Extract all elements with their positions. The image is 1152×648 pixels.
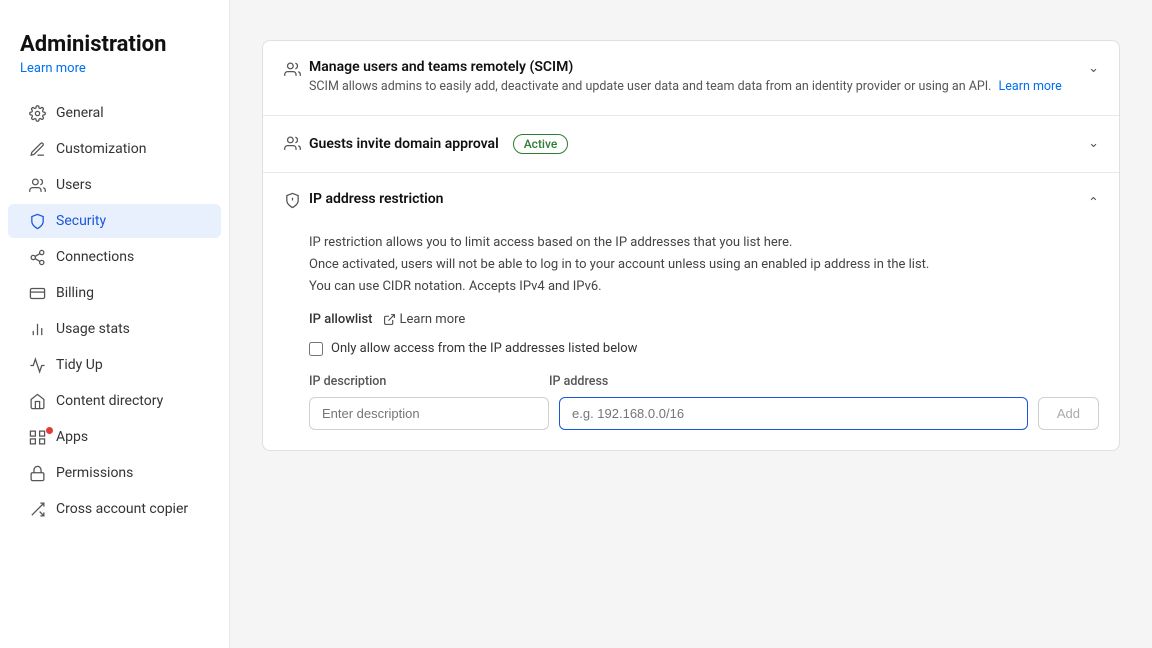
scim-icon: [283, 60, 301, 78]
scim-section-header[interactable]: Manage users and teams remotely (SCIM) S…: [263, 41, 1119, 115]
guests-section-header[interactable]: Guests invite domain approval Active ⌄: [263, 116, 1119, 172]
sidebar-item-users[interactable]: Users: [8, 168, 221, 202]
sidebar-item-usage-stats-label: Usage stats: [56, 321, 130, 337]
ip-header-left: IP address restriction: [283, 191, 444, 210]
ip-title: IP address restriction: [309, 191, 444, 207]
main-content: Manage users and teams remotely (SCIM) S…: [230, 0, 1152, 648]
ip-checkbox-row: Only allow access from the IP addresses …: [309, 341, 1099, 356]
sidebar-item-apps[interactable]: Apps: [8, 420, 221, 454]
ip-add-button[interactable]: Add: [1038, 397, 1099, 430]
external-link-icon: [383, 313, 396, 326]
sidebar-item-billing-label: Billing: [56, 285, 94, 301]
scim-subtitle: SCIM allows admins to easily add, deacti…: [309, 78, 1062, 97]
ip-checkbox-label: Only allow access from the IP addresses …: [331, 341, 637, 356]
ip-address-input[interactable]: [559, 397, 1028, 430]
scim-chevron-icon: ⌄: [1088, 61, 1099, 76]
connections-icon: [28, 248, 46, 266]
scim-title: Manage users and teams remotely (SCIM): [309, 59, 1062, 75]
sidebar-item-connections-label: Connections: [56, 249, 134, 265]
users-icon: [28, 176, 46, 194]
ip-learn-more-link[interactable]: Learn more: [383, 312, 466, 327]
sidebar-item-connections[interactable]: Connections: [8, 240, 221, 274]
ip-chevron-up-icon: ⌄: [1088, 193, 1099, 208]
apps-notification-badge: [46, 427, 53, 434]
tidy-up-icon: [28, 356, 46, 374]
scim-learn-more-link[interactable]: Learn more: [999, 79, 1062, 94]
sidebar-item-tidy-up[interactable]: Tidy Up: [8, 348, 221, 382]
sidebar-item-cross-account-copier[interactable]: Cross account copier: [8, 492, 221, 526]
sidebar-item-apps-label: Apps: [56, 429, 88, 445]
scim-header-left: Manage users and teams remotely (SCIM) S…: [283, 59, 1062, 97]
scim-section-row: Manage users and teams remotely (SCIM) S…: [263, 41, 1119, 116]
col-addr-header: IP address: [549, 374, 1099, 389]
sidebar-item-customization[interactable]: Customization: [8, 132, 221, 166]
ip-allowlist-row: IP allowlist Learn more: [309, 312, 1099, 327]
general-icon: [28, 104, 46, 122]
active-badge: Active: [513, 134, 569, 154]
ip-table-header: IP description IP address: [309, 374, 1099, 389]
sidebar-item-billing[interactable]: Billing: [8, 276, 221, 310]
sidebar-item-cross-account-copier-label: Cross account copier: [56, 501, 188, 517]
ip-allowlist-label: IP allowlist: [309, 312, 373, 327]
sidebar-item-general-label: General: [56, 105, 104, 121]
cross-account-copier-icon: [28, 500, 46, 518]
content-directory-icon: [28, 392, 46, 410]
sidebar: Administration Learn more General Custom…: [0, 0, 230, 648]
sidebar-item-general[interactable]: General: [8, 96, 221, 130]
billing-icon: [28, 284, 46, 302]
page-title: Administration: [0, 32, 229, 61]
ip-icon: [283, 192, 301, 210]
ip-description-input[interactable]: [309, 397, 549, 430]
sidebar-item-content-directory-label: Content directory: [56, 393, 163, 409]
sidebar-item-users-label: Users: [56, 177, 92, 193]
security-icon: [28, 212, 46, 230]
ip-description: IP restriction allows you to limit acces…: [309, 232, 1099, 298]
guests-chevron-icon: ⌄: [1088, 136, 1099, 151]
ip-restriction-checkbox[interactable]: [309, 342, 323, 356]
security-sections-card: Manage users and teams remotely (SCIM) S…: [262, 40, 1120, 451]
sidebar-item-content-directory[interactable]: Content directory: [8, 384, 221, 418]
ip-section-body: IP restriction allows you to limit acces…: [263, 228, 1119, 450]
sidebar-nav: General Customization Users Security: [0, 96, 229, 526]
customization-icon: [28, 140, 46, 158]
sidebar-item-usage-stats[interactable]: Usage stats: [8, 312, 221, 346]
ip-section-header[interactable]: IP address restriction ⌄: [263, 173, 1119, 228]
sidebar-item-security-label: Security: [56, 213, 106, 229]
scim-section-content: Manage users and teams remotely (SCIM) S…: [309, 59, 1062, 97]
ip-section-row: IP address restriction ⌄ IP restriction …: [263, 173, 1119, 450]
guests-header-left: Guests invite domain approval Active: [283, 134, 568, 154]
usage-stats-icon: [28, 320, 46, 338]
sidebar-item-permissions[interactable]: Permissions: [8, 456, 221, 490]
sidebar-learn-more-link[interactable]: Learn more: [0, 61, 229, 96]
sidebar-item-security[interactable]: Security: [8, 204, 221, 238]
col-desc-header: IP description: [309, 374, 549, 389]
ip-input-row: Add: [309, 397, 1099, 430]
guests-section-row: Guests invite domain approval Active ⌄: [263, 116, 1119, 173]
permissions-icon: [28, 464, 46, 482]
guests-title: Guests invite domain approval Active: [309, 134, 568, 154]
guests-icon: [283, 135, 301, 153]
apps-icon: [28, 428, 46, 446]
sidebar-item-tidy-up-label: Tidy Up: [56, 357, 103, 373]
sidebar-item-permissions-label: Permissions: [56, 465, 133, 481]
guests-section-content: Guests invite domain approval Active: [309, 134, 568, 154]
sidebar-item-customization-label: Customization: [56, 141, 146, 157]
